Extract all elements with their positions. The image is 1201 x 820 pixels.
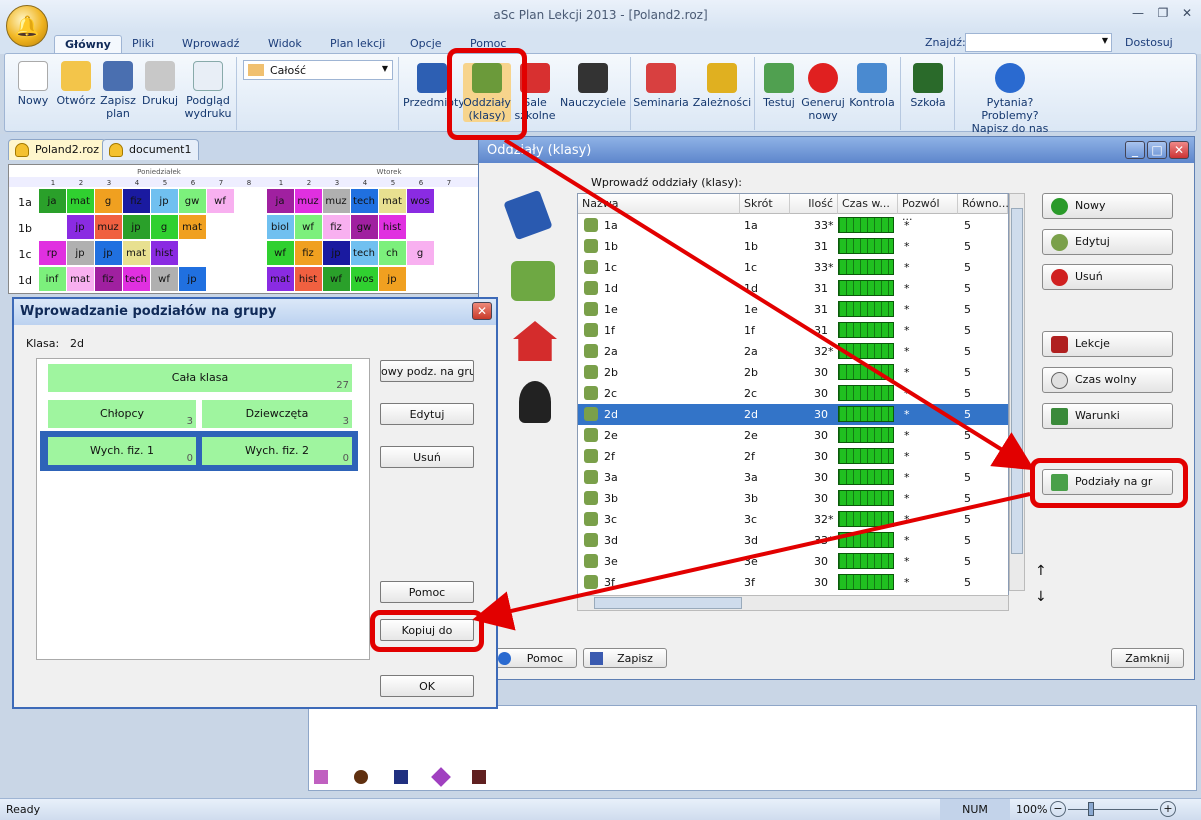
arrow-to-divisions bbox=[503, 138, 1035, 471]
arrow-to-copy bbox=[472, 492, 1031, 631]
annotation-arrows bbox=[472, 138, 1035, 631]
app-menu-bell-icon[interactable]: 🔔 bbox=[6, 5, 48, 47]
